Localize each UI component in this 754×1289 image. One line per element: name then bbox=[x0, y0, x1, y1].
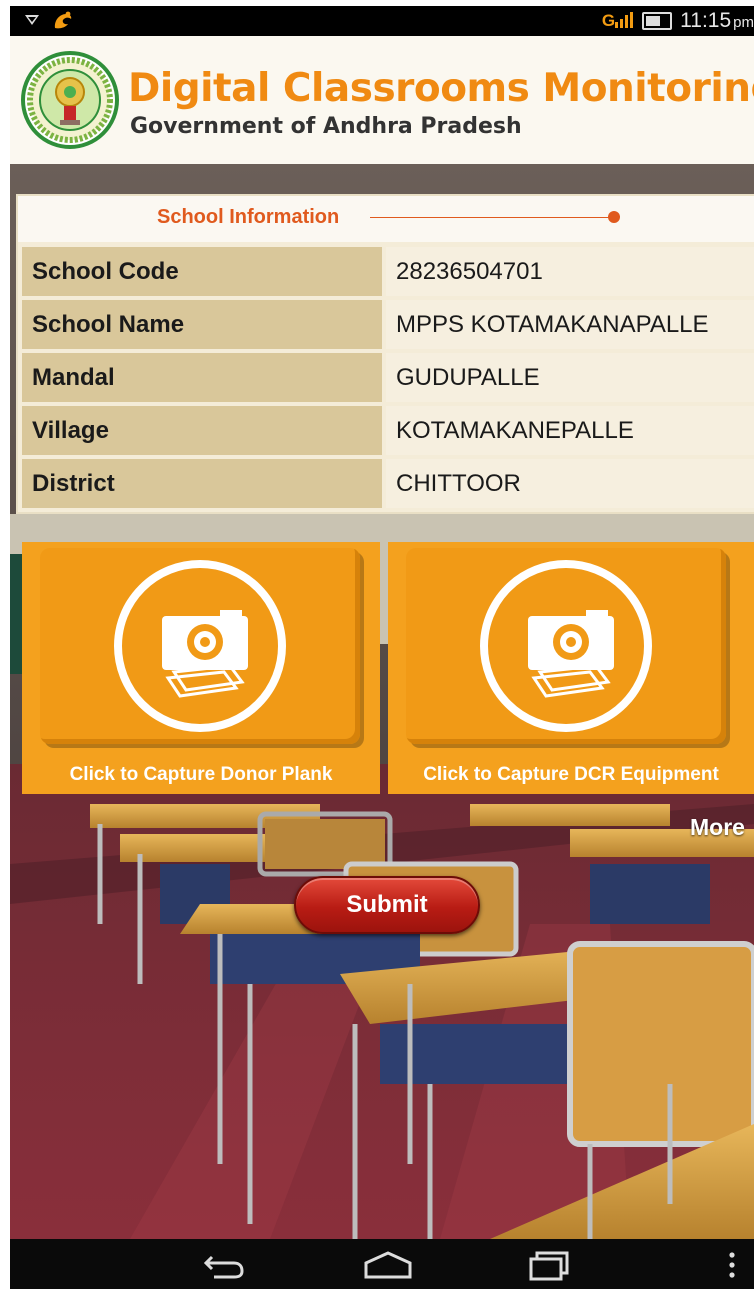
capture-dcr-equipment-button[interactable]: Click to Capture DCR Equipment bbox=[388, 542, 754, 794]
info-row-school-name: School Name MPPS KOTAMAKANAPALLE bbox=[22, 300, 754, 349]
info-value: CHITTOOR bbox=[386, 459, 754, 508]
app-subtitle: Government of Andhra Pradesh bbox=[130, 114, 522, 139]
info-label: Mandal bbox=[22, 353, 382, 402]
capture-dcr-equipment-label: Click to Capture DCR Equipment bbox=[423, 764, 719, 785]
info-value: KOTAMAKANEPALLE bbox=[386, 406, 754, 455]
info-label: District bbox=[22, 459, 382, 508]
submit-button[interactable]: Submit bbox=[294, 876, 480, 934]
info-value: GUDUPALLE bbox=[386, 353, 754, 402]
school-information-panel: School Information School Code 282365047… bbox=[16, 194, 754, 514]
app-title: Digital Classrooms Monitoring bbox=[128, 66, 754, 111]
clock-time: 11:15 bbox=[680, 9, 732, 32]
school-information-heading: School Information bbox=[157, 206, 340, 228]
more-link[interactable]: More bbox=[690, 814, 745, 841]
status-bar: G 11:15 pm bbox=[10, 6, 754, 36]
info-label: School Name bbox=[22, 300, 382, 349]
overflow-menu-icon[interactable] bbox=[722, 1247, 742, 1283]
government-emblem-logo bbox=[21, 51, 119, 149]
info-label: Village bbox=[22, 406, 382, 455]
antenna-icon bbox=[25, 15, 39, 25]
camera-circle bbox=[480, 560, 652, 732]
clock-ampm: pm bbox=[733, 14, 754, 31]
home-icon[interactable] bbox=[360, 1247, 416, 1283]
back-icon[interactable] bbox=[200, 1247, 250, 1283]
capture-tile-face bbox=[406, 548, 726, 744]
heading-divider-line bbox=[370, 217, 612, 218]
info-row-school-code: School Code 28236504701 bbox=[22, 247, 754, 296]
camera-icon bbox=[162, 610, 248, 698]
school-information-header: School Information bbox=[18, 196, 754, 242]
info-row-village: Village KOTAMAKANEPALLE bbox=[22, 406, 754, 455]
uc-browser-icon bbox=[54, 11, 72, 29]
capture-donor-plank-button[interactable]: Click to Capture Donor Plank bbox=[22, 542, 380, 794]
app-header: Digital Classrooms Monitoring Government… bbox=[10, 36, 754, 166]
battery-icon bbox=[642, 12, 673, 30]
camera-circle bbox=[114, 560, 286, 732]
info-label: School Code bbox=[22, 247, 382, 296]
info-row-mandal: Mandal GUDUPALLE bbox=[22, 353, 754, 402]
recents-icon[interactable] bbox=[525, 1247, 573, 1283]
camera-icon bbox=[528, 610, 614, 698]
heading-divider-dot bbox=[608, 211, 620, 223]
app-screen: G 11:15 pm Digital Classrooms Monitoring … bbox=[10, 6, 754, 1289]
info-row-district: District CHITTOOR bbox=[22, 459, 754, 508]
capture-tile-face bbox=[40, 548, 360, 744]
signal-icon: G bbox=[602, 11, 634, 31]
info-value: 28236504701 bbox=[386, 247, 754, 296]
navigation-bar bbox=[10, 1239, 754, 1289]
info-value: MPPS KOTAMAKANAPALLE bbox=[386, 300, 754, 349]
capture-donor-plank-label: Click to Capture Donor Plank bbox=[69, 764, 333, 785]
network-type: G bbox=[601, 11, 615, 30]
